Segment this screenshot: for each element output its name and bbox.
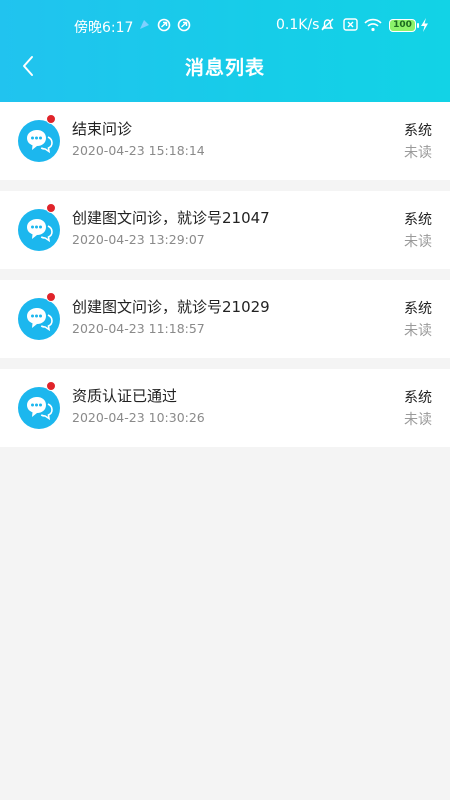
message-title: 资质认证已通过	[72, 387, 178, 405]
chat-bubble-icon	[18, 298, 60, 340]
sync-icon	[156, 17, 171, 32]
charging-icon	[419, 17, 429, 32]
message-time: 2020-04-23 11:18:57	[72, 321, 205, 336]
message-title: 创建图文问诊，就诊号21047	[72, 209, 270, 227]
list-item[interactable]: 结束问诊 2020-04-23 15:18:14 系统 未读	[0, 102, 450, 180]
message-time: 2020-04-23 10:30:26	[72, 410, 205, 425]
unread-dot	[46, 381, 56, 391]
message-status: 未读	[404, 234, 432, 250]
unread-dot	[46, 203, 56, 213]
message-time: 2020-04-23 13:29:07	[72, 232, 205, 247]
message-source: 系统	[404, 212, 432, 228]
message-time: 2020-04-23 15:18:14	[72, 143, 205, 158]
message-source: 系统	[404, 123, 432, 139]
page-title: 消息列表	[184, 57, 265, 79]
message-status: 未读	[404, 323, 432, 339]
list-item[interactable]: 资质认证已通过 2020-04-23 10:30:26 系统 未读	[0, 369, 450, 447]
message-status: 未读	[404, 412, 432, 428]
net-speed: 0.1K/s	[276, 17, 320, 33]
app-header: 傍晚6:17 0.1K/s 100 消息列表	[0, 0, 450, 102]
chat-bubble-icon	[18, 209, 60, 251]
message-status: 未读	[404, 145, 432, 161]
chat-bubble-icon	[18, 120, 60, 162]
message-source: 系统	[404, 301, 432, 317]
sync-icon-2	[176, 17, 191, 32]
mute-icon	[320, 17, 335, 32]
message-source: 系统	[404, 390, 432, 406]
list-item[interactable]: 创建图文问诊，就诊号21029 2020-04-23 11:18:57 系统 未…	[0, 280, 450, 358]
list-item[interactable]: 创建图文问诊，就诊号21047 2020-04-23 13:29:07 系统 未…	[0, 191, 450, 269]
battery-indicator: 100	[389, 19, 419, 32]
no-sim-icon	[343, 17, 358, 32]
app-notification-icon	[137, 17, 152, 32]
chat-bubble-icon	[18, 387, 60, 429]
unread-dot	[46, 114, 56, 124]
unread-dot	[46, 292, 56, 302]
message-title: 结束问诊	[72, 120, 133, 138]
nav-bar: 消息列表	[0, 50, 450, 102]
wifi-icon	[364, 17, 382, 32]
message-title: 创建图文问诊，就诊号21029	[72, 298, 270, 316]
status-bar: 傍晚6:17 0.1K/s 100	[0, 0, 450, 50]
status-time: 傍晚6:17	[74, 20, 134, 36]
